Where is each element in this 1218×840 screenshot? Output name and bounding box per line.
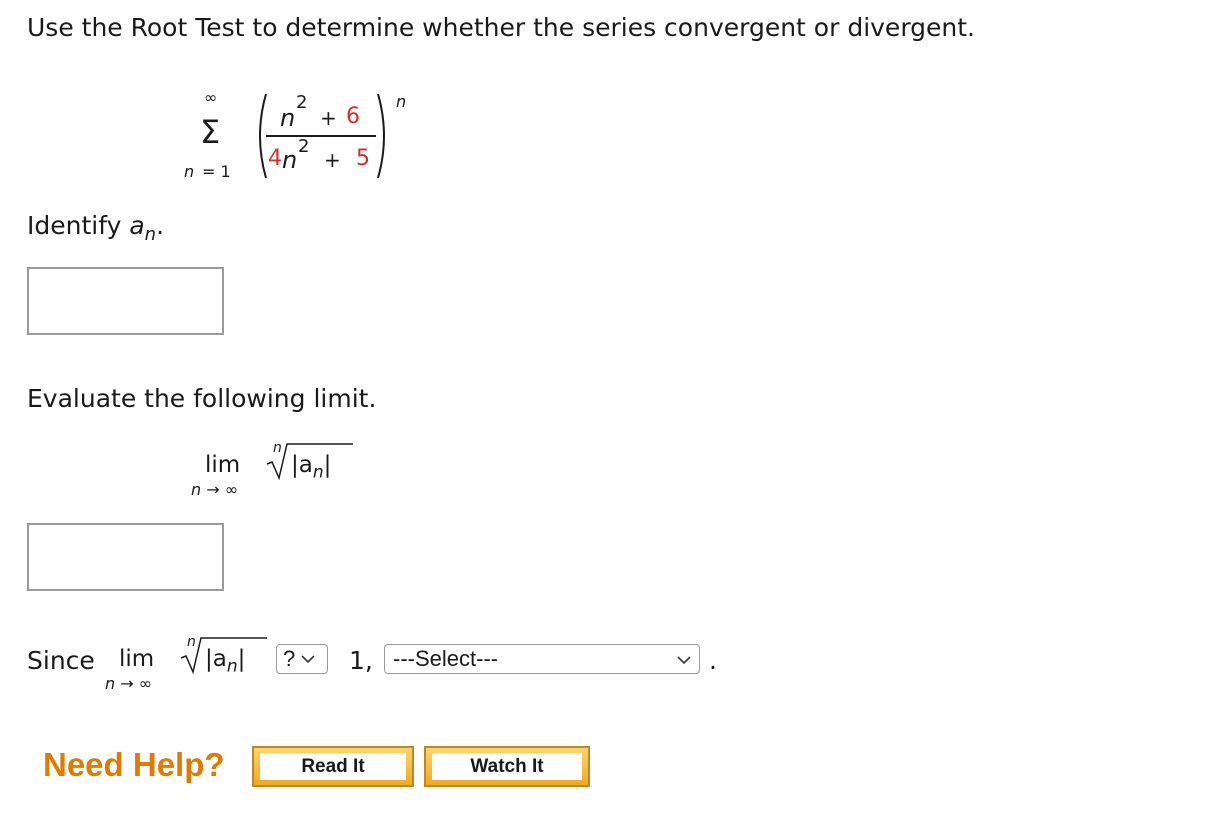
denominator-var: n — [282, 146, 298, 174]
comparison-select[interactable]: ? — [276, 644, 328, 674]
sigma-symbol: Σ — [200, 113, 221, 151]
chevron-down-icon — [677, 656, 691, 665]
lim-subscript-2: n → ∞ — [105, 674, 153, 693]
an-answer-input[interactable] — [27, 267, 224, 335]
identify-label: Identify an. — [27, 211, 164, 245]
radicand-abs-end-2: | — [237, 646, 246, 672]
sum-index-start: = 1 — [202, 162, 231, 181]
conclusion-period: . — [709, 646, 717, 675]
radicand-sub-2: n — [226, 656, 238, 677]
read-it-button[interactable]: Read It — [252, 746, 414, 787]
denominator-constant: 5 — [356, 146, 370, 171]
numerator-exponent: 2 — [296, 92, 308, 113]
need-help-label: Need Help? — [43, 746, 225, 783]
identify-text: Identify — [27, 211, 122, 240]
lim-word: lim — [205, 452, 241, 478]
denominator-coefficient: 4 — [268, 146, 282, 171]
radicand-abs: |a — [291, 452, 313, 478]
lim-word-2: lim — [119, 646, 155, 672]
lim-subscript: n → ∞ — [191, 480, 239, 499]
radicand: |an| — [291, 452, 331, 483]
conclusion-row: Since lim n → ∞ n |an| ? 1, ---Select---… — [27, 632, 727, 693]
comparison-select-value: ? — [283, 646, 296, 671]
radicand-abs-2: |a — [205, 646, 227, 672]
radicand-sub: n — [312, 462, 324, 483]
watch-it-label: Watch It — [432, 753, 582, 780]
convergence-select[interactable]: ---Select--- — [384, 644, 700, 674]
convergence-select-value: ---Select--- — [393, 646, 499, 671]
outer-exponent: n — [396, 92, 407, 111]
limit-answer-input[interactable] — [27, 523, 224, 591]
numerator-plus: + — [320, 106, 337, 130]
numerator-constant: 6 — [346, 104, 360, 129]
denominator-plus: + — [324, 148, 341, 172]
identify-suffix: . — [156, 211, 165, 240]
radicand-abs-end: | — [323, 452, 332, 478]
denominator-exponent: 2 — [298, 136, 310, 157]
limit-expression: lim n → ∞ n |an| — [185, 440, 385, 500]
question-prompt: Use the Root Test to determine whether t… — [27, 13, 975, 42]
identify-var: a — [129, 211, 145, 240]
right-paren — [377, 93, 385, 179]
radicand-2: |an| — [205, 646, 245, 677]
watch-it-button[interactable]: Watch It — [424, 746, 590, 787]
series-expression: ∞ Σ n = 1 n n 2 + 6 4 n 2 + 5 — [170, 80, 430, 190]
read-it-label: Read It — [260, 753, 406, 780]
compare-one-text: 1, — [349, 646, 373, 675]
fraction-bar — [266, 135, 376, 137]
sum-upper-limit: ∞ — [204, 88, 218, 107]
since-text: Since — [27, 646, 95, 675]
chevron-down-icon — [301, 655, 315, 664]
evaluate-label: Evaluate the following limit. — [27, 384, 377, 413]
identify-sub: n — [144, 224, 157, 245]
sum-index-var: n — [184, 162, 195, 181]
numerator-var: n — [280, 104, 296, 132]
